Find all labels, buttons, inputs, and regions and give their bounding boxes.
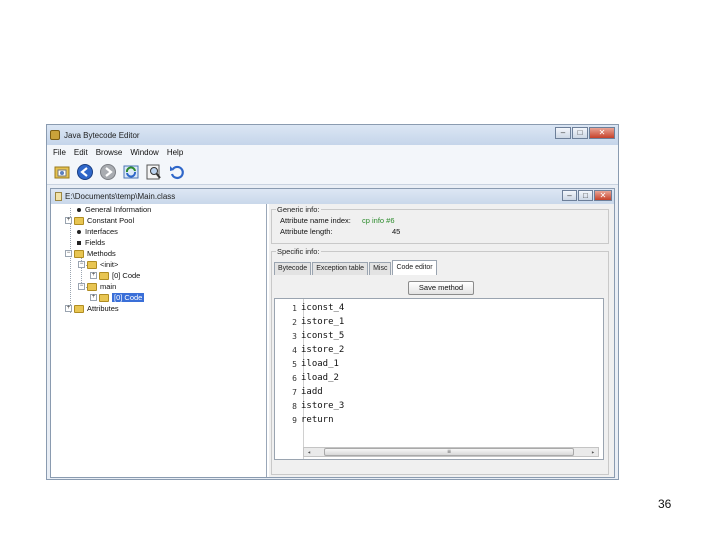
scroll-right-icon[interactable]: ▸ [588,449,598,456]
tab-misc[interactable]: Misc [369,262,392,275]
window-controls: – □ ✕ [555,127,615,139]
code-line: 1 iconst_4 [292,303,345,313]
attr-length-label: Attribute length: [280,227,333,236]
field-icon [77,240,81,245]
class-tree: General Information + Constant Pool Inte… [51,204,267,477]
collapse-icon[interactable]: − [65,250,72,257]
document-minimize-button[interactable]: – [562,190,577,201]
collapse-icon[interactable]: − [78,261,85,268]
class-file-icon [55,192,62,201]
menu-file[interactable]: File [53,148,66,157]
inspect-icon[interactable] [145,163,163,181]
slide-page-number: 36 [658,497,672,511]
document-path: E:\Documents\temp\Main.class [65,192,176,201]
tree-item-interfaces[interactable]: Interfaces [65,226,118,237]
tree-item-methods[interactable]: − Methods [65,248,116,259]
back-icon[interactable] [76,163,94,181]
open-file-icon[interactable] [53,163,71,181]
collapse-icon[interactable]: − [78,283,85,290]
menu-window[interactable]: Window [130,148,158,157]
code-line: 6 iload_2 [292,373,339,383]
document-maximize-button[interactable]: □ [578,190,593,201]
folder-icon [74,304,84,313]
tree-item-attributes[interactable]: + Attributes [65,303,119,314]
code-line: 9 return [292,415,334,425]
grip-icon: ≡ [447,448,451,455]
folder-icon [74,249,84,258]
specific-info-label: Specific info: [276,247,321,256]
tree-item-init-code[interactable]: + [0] Code [90,270,140,281]
document-window: E:\Documents\temp\Main.class – □ ✕ Gener… [50,188,615,478]
maximize-button[interactable]: □ [572,127,588,139]
folder-icon [99,271,109,280]
minimize-button[interactable]: – [555,127,571,139]
attr-length-value: 45 [392,227,401,236]
window-title: Java Bytecode Editor [64,130,140,140]
forward-icon[interactable] [99,163,117,181]
menu-bar: File Edit Browse Window Help [47,145,618,159]
horizontal-scrollbar[interactable]: ◂ ≡ ▸ [303,447,599,457]
expand-icon[interactable]: + [65,305,72,312]
code-line: 5 iload_1 [292,359,339,369]
attr-name-index-label: Attribute name index: [280,216,351,225]
toolbar [47,159,618,185]
bullet-icon [77,229,81,234]
app-window: Java Bytecode Editor – □ ✕ File Edit Bro… [46,124,619,480]
app-icon [50,130,60,140]
scrollbar-thumb[interactable]: ≡ [324,448,574,456]
detail-panel: Generic info: Attribute name index: cp i… [269,204,614,477]
folder-icon [87,282,97,291]
tab-exception-table[interactable]: Exception table [312,262,369,275]
folder-icon [99,293,109,302]
document-window-controls: – □ ✕ [562,190,612,201]
expand-icon[interactable]: + [65,217,72,224]
scroll-left-icon[interactable]: ◂ [304,449,314,456]
folder-icon [74,216,84,225]
code-editor[interactable]: 1 iconst_4 2 istore_1 3 iconst_5 4 istore_2 … [274,298,604,460]
refresh-icon[interactable] [122,163,140,181]
tree-item-general-information[interactable]: General Information [65,204,151,215]
save-method-button[interactable]: Save method [408,281,474,295]
tree-item-init[interactable]: − <init> [78,259,118,270]
generic-info-group: Generic info: Attribute name index: cp i… [271,205,609,244]
undo-icon[interactable] [168,163,186,181]
menu-browse[interactable]: Browse [96,148,123,157]
tree-item-main-code[interactable]: + [0] Code [90,292,145,303]
expand-icon[interactable]: + [90,272,97,279]
code-line: 2 istore_1 [292,317,345,327]
tree-item-fields[interactable]: Fields [65,237,105,248]
close-button[interactable]: ✕ [589,127,615,139]
code-line: 4 istore_2 [292,345,345,355]
tree-item-constant-pool[interactable]: + Constant Pool [65,215,134,226]
title-bar[interactable]: Java Bytecode Editor – □ ✕ [47,125,618,145]
attr-name-index-value[interactable]: cp info #6 [362,216,395,225]
expand-icon[interactable]: + [90,294,97,301]
document-title-bar[interactable]: E:\Documents\temp\Main.class – □ ✕ [51,189,614,204]
selected-tree-label: [0] Code [112,293,145,302]
menu-edit[interactable]: Edit [74,148,88,157]
menu-help[interactable]: Help [167,148,183,157]
tab-strip: Bytecode Exception table Misc Code edito… [274,260,438,275]
tab-bytecode[interactable]: Bytecode [274,262,312,275]
generic-info-label: Generic info: [276,205,321,214]
document-close-button[interactable]: ✕ [594,190,612,201]
code-line: 3 iconst_5 [292,331,345,341]
folder-icon [87,260,97,269]
code-line: 7 iadd [292,387,323,397]
tree-item-main[interactable]: − main [78,281,116,292]
code-line: 8 istore_3 [292,401,345,411]
tab-code-editor[interactable]: Code editor [392,260,437,275]
bullet-icon [77,207,81,212]
